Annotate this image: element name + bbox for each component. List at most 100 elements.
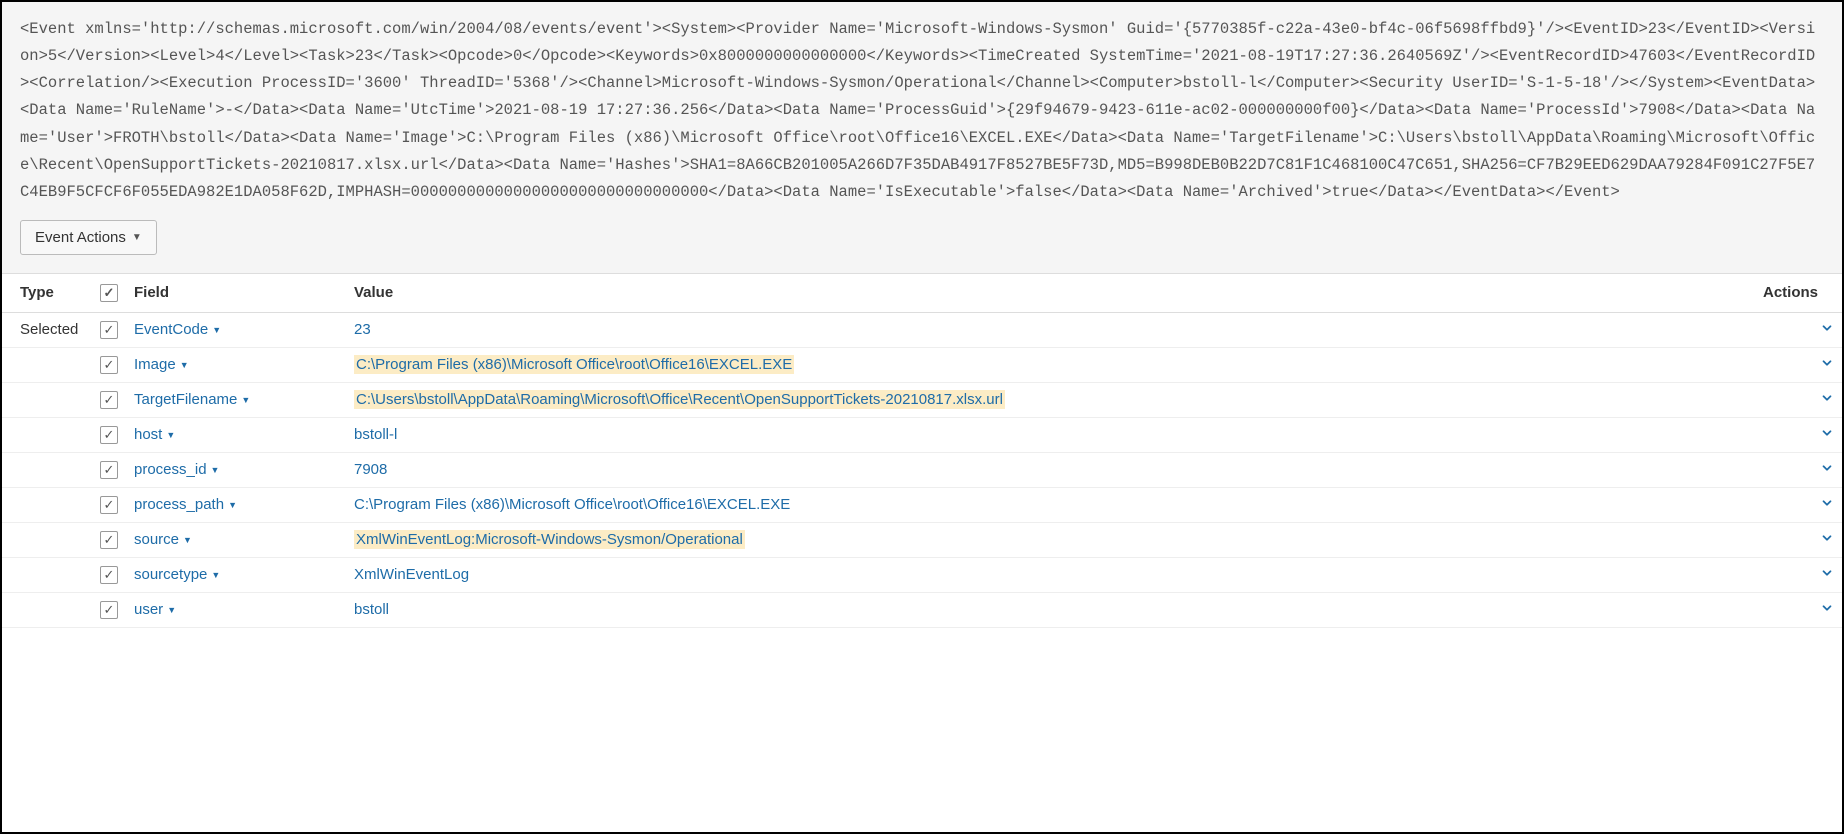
row-type-cell: Selected	[2, 312, 92, 347]
field-link[interactable]: TargetFilename ▼	[134, 391, 250, 408]
raw-event-text: <Event xmlns='http://schemas.microsoft.c…	[20, 16, 1824, 206]
row-actions-cell	[1752, 487, 1842, 522]
select-all-checkbox[interactable]: ✓	[100, 284, 118, 302]
table-row: ✓ process_path ▼ C:\Program Files (x86)\Mic…	[2, 487, 1842, 522]
row-checkbox-cell: ✓	[92, 487, 126, 522]
caret-down-icon: ▼	[167, 605, 176, 615]
caret-down-icon: ▼	[180, 360, 189, 370]
row-actions-cell	[1752, 452, 1842, 487]
table-row: ✓ source▼ XmlWinEventLog:Microsoft-Windows…	[2, 522, 1842, 557]
value-link[interactable]: 7908	[354, 461, 387, 478]
row-actions-cell	[1752, 382, 1842, 417]
row-value-cell: C:\Program Files (x86)\Microsoft Office\…	[346, 347, 1752, 382]
row-checkbox[interactable]: ✓	[100, 391, 118, 409]
value-link[interactable]: C:\Program Files (x86)\Microsoft Office\…	[354, 496, 790, 513]
expand-actions-icon[interactable]	[1820, 357, 1834, 374]
field-link[interactable]: host ▼	[134, 426, 175, 443]
row-checkbox[interactable]: ✓	[100, 566, 118, 584]
row-field-cell: user ▼	[126, 592, 346, 627]
caret-down-icon: ▼	[241, 395, 250, 405]
caret-down-icon: ▼	[166, 430, 175, 440]
expand-actions-icon[interactable]	[1820, 462, 1834, 479]
field-link[interactable]: sourcetype ▼	[134, 566, 220, 583]
row-checkbox-cell: ✓	[92, 557, 126, 592]
field-name: host	[134, 426, 162, 443]
row-field-cell: source▼	[126, 522, 346, 557]
caret-down-icon: ▼	[212, 325, 221, 335]
expand-actions-icon[interactable]	[1820, 427, 1834, 444]
expand-actions-icon[interactable]	[1820, 532, 1834, 549]
fields-table: Type ✓ Field Value Actions Selected✓Even…	[2, 274, 1842, 628]
field-link[interactable]: source▼	[134, 531, 192, 548]
expand-actions-icon[interactable]	[1820, 392, 1834, 409]
field-link[interactable]: user ▼	[134, 601, 176, 618]
row-field-cell: process_id ▼	[126, 452, 346, 487]
row-actions-cell	[1752, 557, 1842, 592]
row-type-cell	[2, 417, 92, 452]
table-row: Selected ✓ EventCode ▼ 23	[2, 312, 1842, 347]
value-link[interactable]: bstoll-l	[354, 426, 397, 443]
caret-down-icon: ▼	[228, 500, 237, 510]
row-field-cell: Image ▼	[126, 347, 346, 382]
table-row: ✓ host ▼ bstoll-l	[2, 417, 1842, 452]
expand-actions-icon[interactable]	[1820, 322, 1834, 339]
table-row: ✓ Image ▼ C:\Program Files (x86)\Microsoft …	[2, 347, 1842, 382]
expand-actions-icon[interactable]	[1820, 602, 1834, 619]
value-link[interactable]: XmlWinEventLog:Microsoft-Windows-Sysmon/…	[354, 530, 745, 549]
row-value-cell: XmlWinEventLog:Microsoft-Windows-Sysmon/…	[346, 522, 1752, 557]
field-link[interactable]: process_id ▼	[134, 461, 219, 478]
caret-down-icon: ▼	[211, 465, 220, 475]
value-link[interactable]: C:\Users\bstoll\AppData\Roaming\Microsof…	[354, 390, 1005, 409]
value-link[interactable]: 23	[354, 321, 371, 338]
row-checkbox[interactable]: ✓	[100, 461, 118, 479]
field-name: Image	[134, 356, 176, 373]
row-value-cell: bstoll	[346, 592, 1752, 627]
field-link[interactable]: Image ▼	[134, 356, 189, 373]
event-actions-button[interactable]: Event Actions ▼	[20, 220, 157, 255]
field-name: user	[134, 601, 163, 618]
row-checkbox[interactable]: ✓	[100, 321, 118, 339]
value-link[interactable]: XmlWinEventLog	[354, 566, 469, 583]
row-value-cell: 23	[346, 312, 1752, 347]
row-value-cell: C:\Users\bstoll\AppData\Roaming\Microsof…	[346, 382, 1752, 417]
row-checkbox[interactable]: ✓	[100, 426, 118, 444]
row-actions-cell	[1752, 592, 1842, 627]
value-link[interactable]: C:\Program Files (x86)\Microsoft Office\…	[354, 355, 794, 374]
row-type-cell	[2, 557, 92, 592]
table-row: ✓ sourcetype ▼ XmlWinEventLog	[2, 557, 1842, 592]
row-field-cell: process_path ▼	[126, 487, 346, 522]
row-checkbox[interactable]: ✓	[100, 496, 118, 514]
header-field: Field	[126, 274, 346, 313]
field-name: EventCode	[134, 321, 208, 338]
row-value-cell: 7908	[346, 452, 1752, 487]
header-actions: Actions	[1752, 274, 1842, 313]
field-link[interactable]: EventCode ▼	[134, 321, 221, 338]
row-type-cell	[2, 347, 92, 382]
row-value-cell: C:\Program Files (x86)\Microsoft Office\…	[346, 487, 1752, 522]
header-value: Value	[346, 274, 1752, 313]
field-name: process_id	[134, 461, 207, 478]
row-checkbox-cell: ✓	[92, 417, 126, 452]
row-checkbox-cell: ✓	[92, 452, 126, 487]
row-value-cell: XmlWinEventLog	[346, 557, 1752, 592]
row-field-cell: TargetFilename ▼	[126, 382, 346, 417]
field-name: process_path	[134, 496, 224, 513]
row-field-cell: host ▼	[126, 417, 346, 452]
expand-actions-icon[interactable]	[1820, 497, 1834, 514]
row-checkbox-cell: ✓	[92, 592, 126, 627]
field-name: TargetFilename	[134, 391, 237, 408]
caret-down-icon: ▼	[183, 535, 192, 545]
row-checkbox[interactable]: ✓	[100, 531, 118, 549]
row-checkbox-cell: ✓	[92, 347, 126, 382]
header-checkbox[interactable]: ✓	[92, 274, 126, 313]
field-link[interactable]: process_path ▼	[134, 496, 237, 513]
table-row: ✓ user ▼ bstoll	[2, 592, 1842, 627]
raw-event-panel: <Event xmlns='http://schemas.microsoft.c…	[2, 2, 1842, 274]
field-name: sourcetype	[134, 566, 207, 583]
caret-down-icon: ▼	[211, 570, 220, 580]
value-link[interactable]: bstoll	[354, 601, 389, 618]
row-type-cell	[2, 522, 92, 557]
row-checkbox[interactable]: ✓	[100, 601, 118, 619]
expand-actions-icon[interactable]	[1820, 567, 1834, 584]
row-checkbox[interactable]: ✓	[100, 356, 118, 374]
